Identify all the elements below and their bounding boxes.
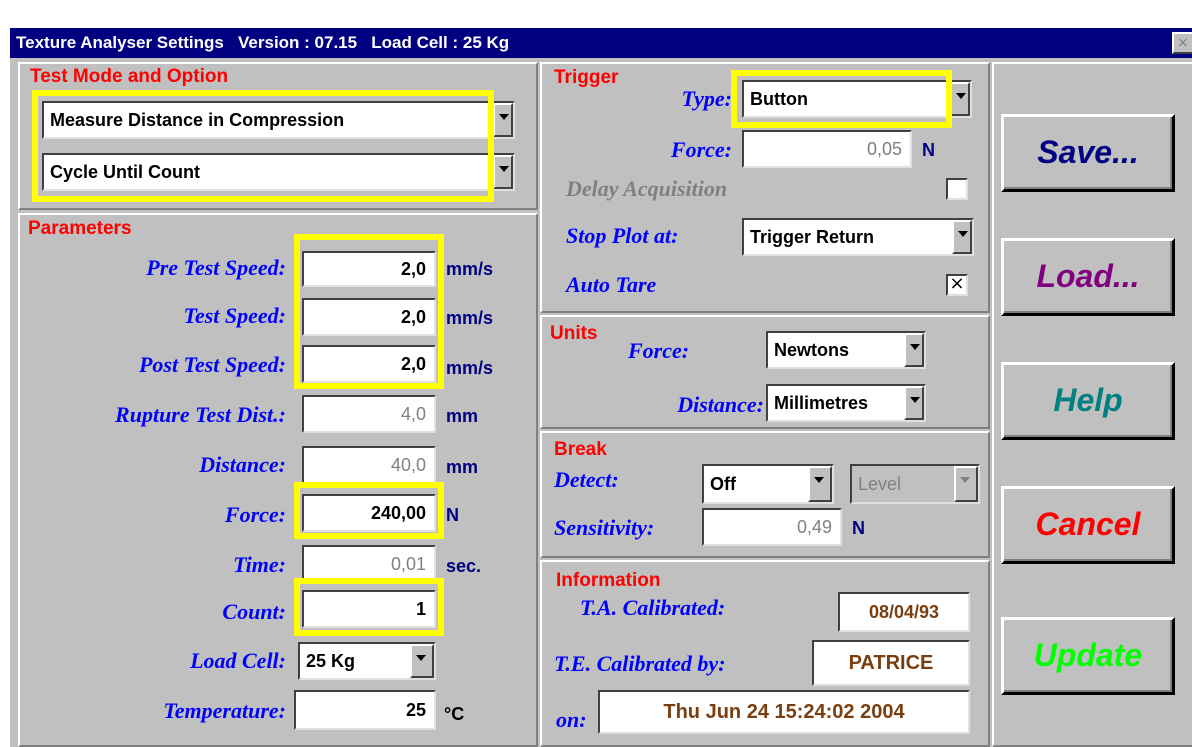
te-calibrated-by-label: T.E. Calibrated by: bbox=[554, 651, 726, 676]
force-label: Force: bbox=[224, 502, 286, 527]
chevron-down-icon[interactable] bbox=[954, 466, 978, 502]
chevron-down-icon[interactable] bbox=[493, 103, 513, 137]
ta-calibrated-value: 08/04/93 bbox=[838, 592, 970, 632]
close-icon[interactable]: × bbox=[1172, 32, 1192, 54]
temperature-label: Temperature: bbox=[163, 698, 286, 723]
calibration-date-value: Thu Jun 24 15:24:02 2004 bbox=[598, 690, 970, 734]
break-level-select[interactable]: Level bbox=[850, 464, 980, 504]
break-level-value: Level bbox=[858, 474, 902, 494]
chevron-down-icon[interactable] bbox=[904, 333, 924, 367]
chevron-down-icon[interactable] bbox=[808, 466, 832, 502]
stop-plot-value: Trigger Return bbox=[750, 227, 875, 247]
cancel-button[interactable]: Cancel bbox=[1001, 486, 1175, 564]
units-force-value: Newtons bbox=[774, 340, 850, 360]
trigger-type-value: Button bbox=[750, 89, 808, 109]
pre-test-speed-input[interactable]: 2,0 bbox=[302, 251, 436, 287]
post-test-speed-input[interactable]: 2,0 bbox=[302, 345, 436, 383]
chevron-down-icon[interactable] bbox=[410, 644, 434, 678]
delay-acquisition-label: Delay Acquisition bbox=[566, 176, 728, 201]
time-label: Time: bbox=[233, 552, 286, 577]
post-test-speed-label: Post Test Speed: bbox=[138, 352, 286, 377]
sensitivity-label: Sensitivity: bbox=[554, 515, 655, 540]
ta-calibrated-label: T.A. Calibrated: bbox=[580, 595, 726, 620]
break-title: Break bbox=[554, 439, 607, 460]
update-button[interactable]: Update bbox=[1001, 617, 1175, 695]
time-input[interactable]: 0,01 bbox=[302, 545, 436, 583]
time-unit: sec. bbox=[446, 556, 482, 576]
units-force-label: Force: bbox=[628, 338, 690, 363]
help-button[interactable]: Help bbox=[1001, 362, 1175, 440]
units-distance-value: Millimetres bbox=[774, 393, 869, 413]
chevron-down-icon[interactable] bbox=[952, 220, 972, 254]
force-unit: N bbox=[446, 505, 459, 525]
pre-test-speed-unit: mm/s bbox=[446, 259, 494, 279]
rupture-test-dist-input[interactable]: 4,0 bbox=[302, 395, 436, 433]
units-force-select[interactable]: Newtons bbox=[766, 331, 926, 369]
auto-tare-checkbox[interactable]: × bbox=[946, 274, 968, 296]
stop-plot-select[interactable]: Trigger Return bbox=[742, 218, 974, 256]
distance-unit: mm bbox=[446, 457, 479, 477]
on-label: on: bbox=[556, 707, 587, 732]
load-cell-value: 25 Kg bbox=[306, 651, 356, 671]
break-detect-label: Detect: bbox=[554, 467, 619, 492]
load-cell-select[interactable]: 25 Kg bbox=[298, 642, 436, 680]
auto-tare-label: Auto Tare bbox=[566, 272, 657, 297]
break-detect-value: Off bbox=[710, 474, 736, 494]
test-speed-input[interactable]: 2,0 bbox=[302, 298, 436, 336]
parameters-title: Parameters bbox=[28, 218, 132, 239]
load-cell-label: Load Cell: bbox=[190, 648, 286, 673]
test-mode-title: Test Mode and Option bbox=[30, 66, 229, 87]
sensitivity-input[interactable]: 0,49 bbox=[702, 508, 842, 546]
trigger-force-unit: N bbox=[922, 140, 935, 160]
load-button[interactable]: Load... bbox=[1001, 238, 1175, 316]
chevron-down-icon[interactable] bbox=[493, 155, 513, 189]
units-distance-label: Distance: bbox=[677, 392, 764, 417]
trigger-title: Trigger bbox=[554, 67, 619, 88]
pre-test-speed-label: Pre Test Speed: bbox=[146, 255, 286, 280]
distance-input[interactable]: 40,0 bbox=[302, 446, 436, 484]
sensitivity-unit: N bbox=[852, 518, 865, 538]
temperature-input[interactable]: 25 bbox=[294, 690, 436, 730]
count-input[interactable]: 1 bbox=[302, 590, 436, 628]
te-calibrated-by-value: PATRICE bbox=[812, 640, 970, 686]
test-mode-select[interactable]: Measure Distance in Compression bbox=[42, 101, 515, 139]
break-detect-select[interactable]: Off bbox=[702, 464, 834, 504]
rupture-test-dist-label: Rupture Test Dist.: bbox=[115, 402, 286, 427]
test-mode-value: Measure Distance in Compression bbox=[50, 110, 345, 130]
stop-plot-label: Stop Plot at: bbox=[566, 223, 679, 248]
trigger-type-label: Type: bbox=[681, 86, 732, 111]
save-button[interactable]: Save... bbox=[1001, 114, 1175, 192]
temperature-unit: °C bbox=[444, 704, 465, 724]
window-title: Texture Analyser Settings Version : 07.1… bbox=[10, 28, 1192, 58]
chevron-down-icon[interactable] bbox=[950, 82, 970, 116]
test-option-value: Cycle Until Count bbox=[50, 162, 201, 182]
distance-label: Distance: bbox=[199, 452, 286, 477]
trigger-force-label: Force: bbox=[670, 137, 732, 162]
delay-acquisition-checkbox[interactable] bbox=[946, 178, 968, 200]
count-label: Count: bbox=[222, 599, 286, 624]
test-speed-unit: mm/s bbox=[446, 308, 494, 328]
force-input[interactable]: 240,00 bbox=[302, 494, 436, 532]
rupture-test-dist-unit: mm bbox=[446, 406, 479, 426]
test-speed-label: Test Speed: bbox=[183, 303, 286, 328]
trigger-force-input[interactable]: 0,05 bbox=[742, 130, 912, 168]
chevron-down-icon[interactable] bbox=[904, 386, 924, 420]
units-distance-select[interactable]: Millimetres bbox=[766, 384, 926, 422]
units-title: Units bbox=[550, 323, 598, 344]
post-test-speed-unit: mm/s bbox=[446, 358, 494, 378]
information-title: Information bbox=[556, 570, 661, 591]
test-option-select[interactable]: Cycle Until Count bbox=[42, 153, 515, 191]
trigger-type-select[interactable]: Button bbox=[742, 80, 972, 118]
